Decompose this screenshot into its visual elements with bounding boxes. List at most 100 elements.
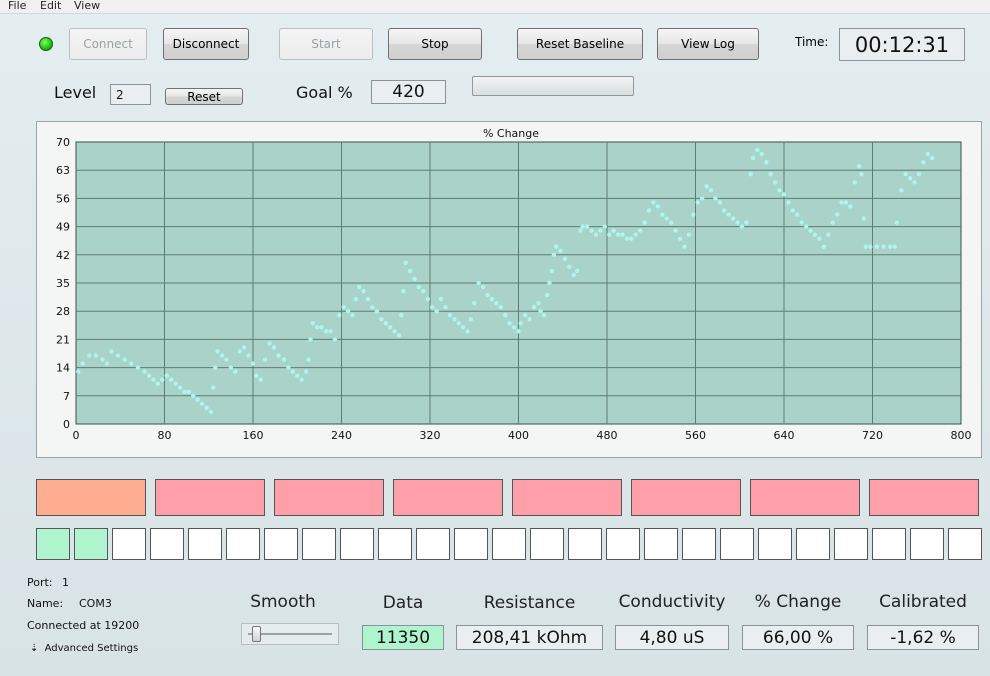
data-point <box>916 172 922 177</box>
data-point <box>332 337 338 342</box>
data-point <box>518 321 523 326</box>
data-point <box>447 313 453 318</box>
menu-file[interactable]: File <box>8 0 26 12</box>
data-point <box>808 228 813 233</box>
data-point <box>215 349 220 354</box>
data-point <box>673 228 678 233</box>
start-button[interactable]: Start <box>279 28 373 60</box>
data-point <box>750 155 756 161</box>
data-point <box>370 304 375 310</box>
progress-cell <box>872 528 906 560</box>
data-point <box>250 361 256 366</box>
menu-bar: File Edit View <box>0 0 990 14</box>
data-point <box>748 172 754 177</box>
data-point <box>735 220 740 225</box>
data-point <box>104 361 110 366</box>
data-point <box>115 353 121 358</box>
data-point <box>353 296 359 302</box>
data-point <box>507 321 512 326</box>
disconnect-button[interactable]: Disconnect <box>163 28 249 60</box>
data-point <box>651 200 656 205</box>
data-point <box>299 377 304 382</box>
level-block <box>512 479 622 516</box>
level-block <box>869 479 979 516</box>
data-point <box>456 321 461 326</box>
y-tick-label: 35 <box>56 277 70 290</box>
level-block <box>274 479 384 516</box>
smooth-slider[interactable] <box>241 623 339 645</box>
progress-cell <box>606 528 640 560</box>
data-point <box>262 357 268 362</box>
data-point <box>228 365 234 370</box>
data-point <box>460 325 466 330</box>
data-point <box>246 353 251 358</box>
data-point <box>899 188 904 193</box>
data-point <box>516 329 521 334</box>
connect-button[interactable]: Connect <box>69 28 147 60</box>
data-point <box>281 357 287 362</box>
data-point <box>547 280 552 286</box>
data-point <box>155 381 161 386</box>
data-point <box>109 349 114 354</box>
data-point <box>314 325 320 330</box>
x-tick-label: 480 <box>597 429 618 442</box>
goal-input[interactable]: 420 <box>371 80 446 104</box>
progress-cell <box>226 528 260 560</box>
level-block <box>155 479 265 516</box>
calibrated-value: -1,62 % <box>867 625 979 650</box>
data-point <box>494 300 499 306</box>
data-point <box>341 304 346 310</box>
progress-cell <box>682 528 716 560</box>
data-point <box>468 317 474 322</box>
reset-baseline-button[interactable]: Reset Baseline <box>517 28 643 60</box>
progress-cell <box>302 528 336 560</box>
data-point <box>195 397 200 403</box>
data-point <box>704 184 709 189</box>
data-point <box>443 304 448 310</box>
data-label: Data <box>382 593 424 613</box>
data-point <box>848 204 853 209</box>
level-reset-button[interactable]: Reset <box>165 88 243 105</box>
y-tick-label: 56 <box>56 192 70 205</box>
data-point <box>472 300 477 306</box>
view-log-button[interactable]: View Log <box>657 28 759 60</box>
data-point <box>677 236 683 241</box>
data-point <box>407 268 413 274</box>
data-point <box>177 385 183 390</box>
calibrated-label: Calibrated <box>879 592 967 612</box>
data-point <box>660 212 665 217</box>
data-point <box>186 389 192 394</box>
data-point <box>365 296 371 302</box>
x-tick-label: 560 <box>685 429 706 442</box>
elapsed-time-display: 00:12:31 <box>839 28 965 61</box>
data-point <box>536 300 541 306</box>
level-input[interactable]: 2 <box>110 84 151 105</box>
menu-view[interactable]: View <box>74 0 100 12</box>
data-point <box>387 325 393 330</box>
advanced-settings-label: Advanced Settings <box>44 643 139 654</box>
x-tick-label: 800 <box>951 429 972 442</box>
smooth-slider-thumb[interactable] <box>251 626 261 642</box>
goal-label: Goal % <box>296 83 353 102</box>
data-point <box>857 163 862 169</box>
y-tick-label: 49 <box>56 221 70 234</box>
data-point <box>323 329 329 334</box>
data-point <box>868 244 873 249</box>
connected-status-text: Connected at 19200 <box>27 619 140 632</box>
data-point <box>182 389 187 394</box>
data-point <box>730 216 736 221</box>
data-point <box>578 228 583 233</box>
stop-button[interactable]: Stop <box>388 28 482 60</box>
data-point <box>664 216 669 221</box>
progress-cell <box>834 528 868 560</box>
data-point <box>527 317 532 322</box>
percent-change-chart: % Change 0 80 160 240 320 400 480 560 640 720 800 0… <box>36 121 982 458</box>
x-tick-label: 0 <box>73 429 80 442</box>
x-tick-label: 640 <box>774 429 795 442</box>
data-point <box>602 224 607 229</box>
time-label: Time: <box>795 35 829 49</box>
progress-cell <box>378 528 412 560</box>
menu-edit[interactable]: Edit <box>40 0 61 12</box>
advanced-settings-toggle[interactable]: ⇣ Advanced Settings <box>30 643 138 654</box>
data-point <box>80 361 85 366</box>
